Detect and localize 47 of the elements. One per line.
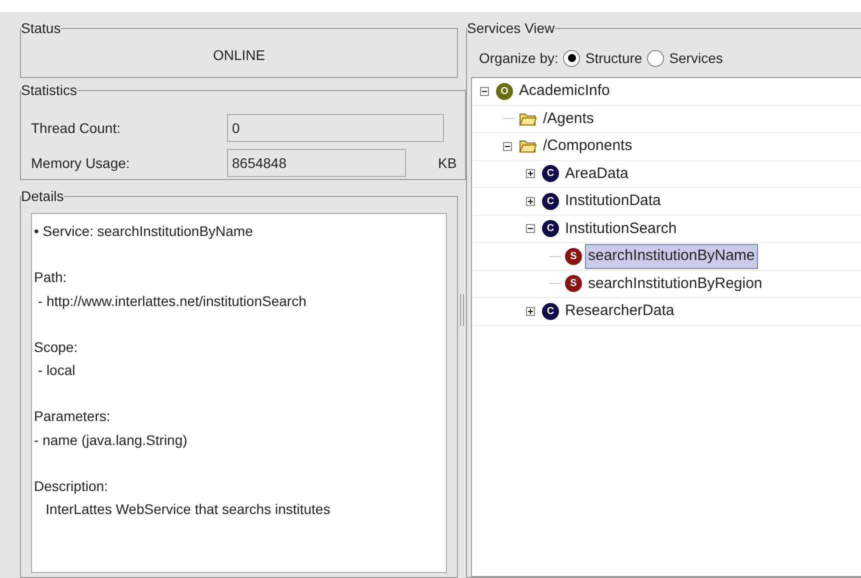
read-only-field: 0 xyxy=(227,114,444,142)
tree-item[interactable]: AreaData xyxy=(562,162,632,186)
tree-item[interactable]: /Agents xyxy=(540,106,597,131)
collapse-icon[interactable] xyxy=(526,224,535,234)
collapse-icon[interactable] xyxy=(480,86,489,96)
folder-icon xyxy=(519,139,537,154)
tree-item[interactable]: InstitutionData xyxy=(562,189,664,214)
unit-label: KB xyxy=(438,154,457,172)
details-value: InterLattes WebService that searchs institutes xyxy=(44,500,332,520)
expand-icon[interactable] xyxy=(526,196,535,206)
component-badge-icon: C xyxy=(542,302,559,320)
component-badge-icon: C xyxy=(542,165,559,182)
details-value: - http://www.interlattes.net/institutionSearch xyxy=(36,292,308,311)
field-label: Memory Usage: xyxy=(30,154,131,173)
component-badge-icon: C xyxy=(542,192,559,210)
splitter-grip-icon[interactable] xyxy=(460,294,464,326)
service-badge-icon: S xyxy=(565,275,582,292)
details-heading: Description: xyxy=(34,477,109,496)
status-text: ONLINE xyxy=(212,46,266,65)
expand-icon[interactable] xyxy=(526,169,535,178)
details-value: - name (java.lang.String) xyxy=(34,430,188,450)
panel-title: Statistics xyxy=(21,81,78,100)
details-heading: Scope: xyxy=(34,338,79,357)
tree-item[interactable]: ResearcherData xyxy=(562,299,678,324)
details-value: - local xyxy=(36,361,76,380)
tree-item[interactable]: searchInstitutionByRegion xyxy=(585,272,766,296)
service-badge-icon: S xyxy=(565,248,582,265)
radio-option[interactable]: Services xyxy=(647,48,723,68)
panel-title: Status xyxy=(21,19,61,38)
tree-item[interactable]: InstitutionSearch xyxy=(562,216,680,241)
panel-title: Details xyxy=(21,187,64,206)
field-label: Thread Count: xyxy=(30,118,122,138)
tree-item[interactable]: /Components xyxy=(540,134,636,158)
details-heading: • Service: searchInstitutionByName xyxy=(34,222,254,241)
organization-badge-icon: O xyxy=(496,82,513,100)
collapse-icon[interactable] xyxy=(503,142,512,151)
folder-icon xyxy=(519,112,537,126)
tree-item[interactable]: AcademicInfo xyxy=(516,79,613,104)
organize-label: Organize by: xyxy=(479,48,558,68)
expand-icon[interactable] xyxy=(526,306,535,316)
details-heading: Path: xyxy=(34,268,68,288)
tree-item[interactable]: searchInstitutionByName xyxy=(585,244,758,268)
panel-title: Services View xyxy=(467,19,555,38)
component-badge-icon: C xyxy=(542,220,559,238)
details-heading: Parameters: xyxy=(34,407,112,426)
radio-option[interactable]: Structure xyxy=(563,48,642,68)
read-only-field: 8654848 xyxy=(227,149,406,177)
